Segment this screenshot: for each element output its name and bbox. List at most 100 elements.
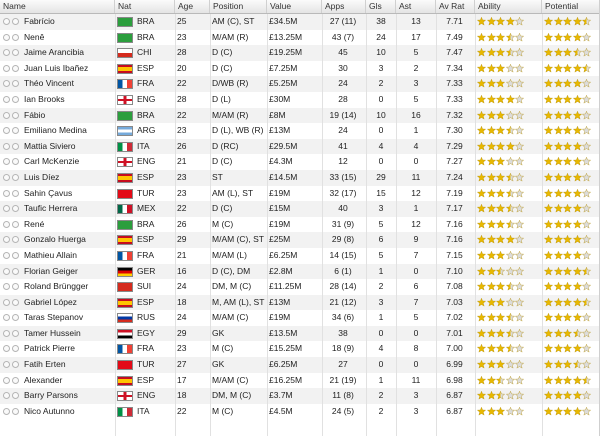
player-name[interactable]: Fábio xyxy=(24,108,114,124)
select-icon[interactable] xyxy=(3,49,10,57)
select-icon[interactable] xyxy=(3,283,10,291)
table-row[interactable]: Carl McKenzie ENG 21 D (C) £4.3M 12 0 0 7.27 xyxy=(0,154,600,170)
column-header-age[interactable]: Age xyxy=(175,0,210,13)
column-header-name[interactable]: Name xyxy=(0,0,115,13)
select-icon[interactable] xyxy=(3,111,10,119)
player-nationality[interactable]: ESP xyxy=(137,373,173,389)
info-icon[interactable] xyxy=(12,298,19,306)
table-row[interactable]: Tamer Hussein EGY 29 GK £13.5M 38 0 0 7.01 xyxy=(0,325,600,342)
table-row[interactable]: Mattia Siviero ITA 26 D (RC) £29.5M 41 4 4 7.29 xyxy=(0,138,600,155)
player-name[interactable]: Gabriel López xyxy=(24,295,114,311)
player-nationality[interactable]: ESP xyxy=(137,295,173,311)
info-icon[interactable] xyxy=(12,392,19,400)
player-nationality[interactable]: MEX xyxy=(137,201,173,217)
player-nationality[interactable]: ESP xyxy=(137,61,173,77)
info-icon[interactable] xyxy=(12,64,19,72)
player-name[interactable]: Mathieu Allain xyxy=(24,248,114,264)
player-name[interactable]: Fatih Erten xyxy=(24,357,114,373)
player-nationality[interactable]: EGY xyxy=(137,326,173,342)
player-nationality[interactable]: FRA xyxy=(137,76,173,92)
info-icon[interactable] xyxy=(12,33,19,41)
player-name[interactable]: Jaime Arancibia xyxy=(24,45,114,61)
player-name[interactable]: Patrick Pierre xyxy=(24,341,114,357)
info-icon[interactable] xyxy=(12,220,19,228)
info-icon[interactable] xyxy=(12,80,19,88)
select-icon[interactable] xyxy=(3,142,10,150)
column-header-gls[interactable]: Gls xyxy=(366,0,396,13)
player-nationality[interactable]: ESP xyxy=(137,170,173,186)
player-nationality[interactable]: BRA xyxy=(137,108,173,124)
select-icon[interactable] xyxy=(3,314,10,322)
player-nationality[interactable]: GER xyxy=(137,264,173,280)
info-icon[interactable] xyxy=(12,205,19,213)
info-icon[interactable] xyxy=(12,49,19,57)
table-row[interactable]: Gabriel López ESP 18 M, AM (L), ST £13M 21 (1… xyxy=(0,294,600,311)
info-icon[interactable] xyxy=(12,283,19,291)
column-header-apps[interactable]: Apps xyxy=(322,0,366,13)
select-icon[interactable] xyxy=(3,127,10,135)
table-row[interactable]: Jaime Arancibia CHI 28 D (C) £19.25M 45 10 5 7.4… xyxy=(0,45,600,61)
info-icon[interactable] xyxy=(12,314,19,322)
player-nationality[interactable]: BRA xyxy=(137,217,173,233)
table-row[interactable]: Mathieu Allain FRA 21 M/AM (L) £6.25M 14 (15)… xyxy=(0,247,600,264)
table-row[interactable]: Taras Stepanov RUS 24 M/AM (C) £19M 34 (6) 1 5 7… xyxy=(0,310,600,326)
info-icon[interactable] xyxy=(12,267,19,275)
player-name[interactable]: Taras Stepanov xyxy=(24,310,114,326)
player-name[interactable]: Ian Brooks xyxy=(24,92,114,108)
player-nationality[interactable]: RUS xyxy=(137,310,173,326)
select-icon[interactable] xyxy=(3,236,10,244)
select-icon[interactable] xyxy=(3,220,10,228)
table-row[interactable]: Ian Brooks ENG 28 D (L) £30M 28 0 5 7.33 xyxy=(0,91,600,108)
player-nationality[interactable]: ITA xyxy=(137,404,173,420)
select-icon[interactable] xyxy=(3,95,10,103)
player-name[interactable]: Juan Luis Ibañez xyxy=(24,61,114,77)
select-icon[interactable] xyxy=(3,189,10,197)
info-icon[interactable] xyxy=(12,236,19,244)
info-icon[interactable] xyxy=(12,329,19,337)
table-row[interactable]: Florian Geiger GER 16 D (C), DM £2.8M 6 (1) 1 0… xyxy=(0,263,600,280)
select-icon[interactable] xyxy=(3,361,10,369)
player-name[interactable]: Gonzalo Huerga xyxy=(24,232,114,248)
column-header-potential[interactable]: Potential xyxy=(542,0,600,13)
info-icon[interactable] xyxy=(12,95,19,103)
info-icon[interactable] xyxy=(12,127,19,135)
player-nationality[interactable]: TUR xyxy=(137,357,173,373)
table-row[interactable]: Taufic Herrera MEX 22 D (C) £15M 40 3 1 7.17 xyxy=(0,201,600,217)
select-icon[interactable] xyxy=(3,80,10,88)
column-header-value[interactable]: Value xyxy=(267,0,322,13)
table-row[interactable]: René BRA 26 M (C) £19M 31 (9) 5 12 7.16 xyxy=(0,216,600,233)
player-name[interactable]: Sahin Çavus xyxy=(24,186,114,202)
select-icon[interactable] xyxy=(3,64,10,72)
player-name[interactable]: Roland Brüngger xyxy=(24,279,114,295)
info-icon[interactable] xyxy=(12,111,19,119)
player-name[interactable]: Luis Díez xyxy=(24,170,114,186)
select-icon[interactable] xyxy=(3,298,10,306)
info-icon[interactable] xyxy=(12,189,19,197)
player-nationality[interactable]: FRA xyxy=(137,341,173,357)
info-icon[interactable] xyxy=(12,18,19,25)
select-icon[interactable] xyxy=(3,376,10,384)
column-header-position[interactable]: Position xyxy=(210,0,267,13)
table-row[interactable]: Fabrício BRA 25 AM (C), ST £34.5M 27 (11) 38 13… xyxy=(0,14,600,30)
player-nationality[interactable]: TUR xyxy=(137,186,173,202)
table-row[interactable]: Emiliano Medina ARG 23 D (L), WB (R) £13M 24 0… xyxy=(0,123,600,139)
player-nationality[interactable]: FRA xyxy=(137,248,173,264)
select-icon[interactable] xyxy=(3,205,10,213)
player-name[interactable]: Nenê xyxy=(24,30,114,46)
table-row[interactable]: Barry Parsons ENG 18 DM, M (C) £3.7M 11 (8) 2 3… xyxy=(0,388,600,404)
column-header-ast[interactable]: Ast xyxy=(396,0,436,13)
select-icon[interactable] xyxy=(3,407,10,415)
select-icon[interactable] xyxy=(3,392,10,400)
player-nationality[interactable]: CHI xyxy=(137,45,173,61)
table-row[interactable]: Patrick Pierre FRA 23 M (C) £15.25M 18 (9) 4 8 7… xyxy=(0,341,600,358)
player-name[interactable]: Carl McKenzie xyxy=(24,154,114,170)
table-row[interactable]: Luis Díez ESP 23 ST £14.5M 33 (15) 29 11 7.24 xyxy=(0,169,600,186)
table-row[interactable]: Sahin Çavus TUR 23 AM (L), ST £19M 32 (17) 15 1… xyxy=(0,185,600,202)
info-icon[interactable] xyxy=(12,158,19,166)
player-nationality[interactable]: ENG xyxy=(137,388,173,404)
table-row[interactable]: Fábio BRA 22 M/AM (R) £8M 19 (14) 10 16 7.32 xyxy=(0,107,600,124)
player-nationality[interactable]: BRA xyxy=(137,30,173,46)
column-header-ability[interactable]: Ability xyxy=(475,0,542,13)
select-icon[interactable] xyxy=(3,33,10,41)
player-nationality[interactable]: ENG xyxy=(137,92,173,108)
